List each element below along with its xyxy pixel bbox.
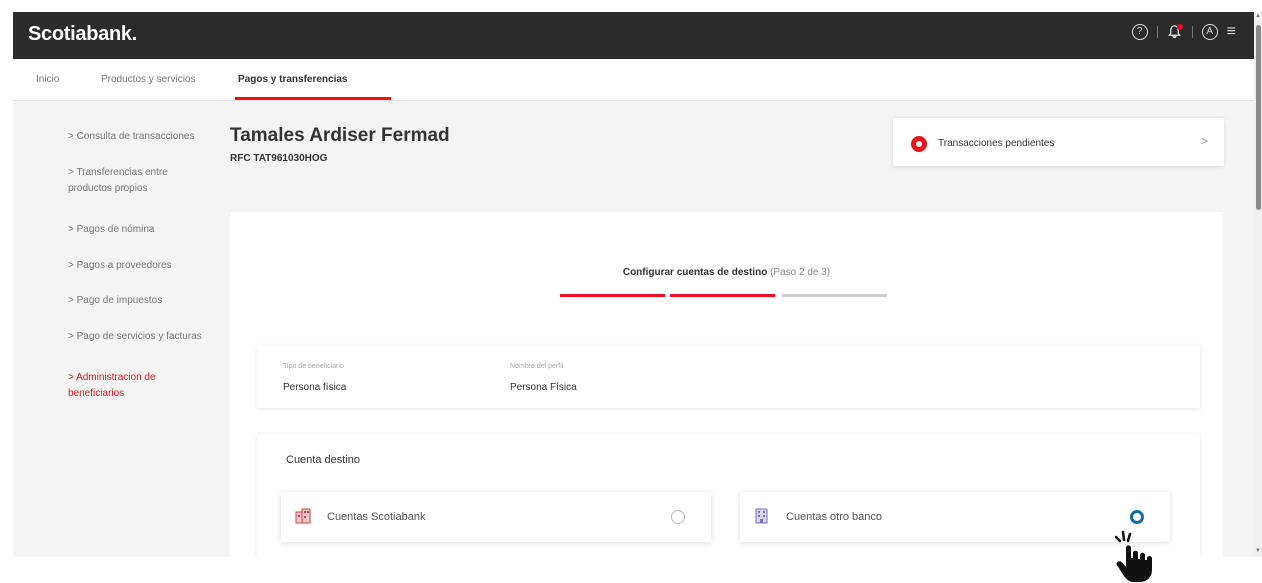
rfc-label: RFC TAT961030HOG: [230, 153, 328, 164]
pending-transactions-label: Transacciones pendientes: [938, 138, 1055, 149]
step-progress-2: [670, 294, 775, 297]
profile-name-label: Nombre del perfil: [510, 363, 564, 370]
sidebar-item-proveedores[interactable]: > Pagos a proveedores: [68, 258, 228, 274]
brand-logo[interactable]: Scotiabank.: [28, 23, 137, 46]
sidebar-item-servicios[interactable]: > Pago de servicios y facturas: [68, 329, 228, 345]
sidebar-item-impuestos[interactable]: > Pago de impuestos: [68, 293, 228, 309]
step-title: Configurar cuentas de destino (Paso 2 de…: [230, 267, 1223, 278]
notification-bell-icon[interactable]: [1167, 24, 1183, 40]
step-progress-3: [782, 294, 887, 297]
profile-icon-glyph: A: [1206, 26, 1213, 37]
help-icon[interactable]: ?: [1131, 24, 1148, 40]
option-cuentas-scotiabank[interactable]: Cuentas Scotiabank: [281, 492, 711, 542]
nav-item-productos[interactable]: Productos y servicios: [101, 74, 195, 85]
help-icon-glyph: ?: [1136, 26, 1143, 37]
destination-account-section: Cuenta destino Cuentas Scotiabank Cuenta…: [257, 434, 1200, 557]
nav-item-pagos[interactable]: Pagos y transferencias: [238, 74, 348, 85]
hand-cursor-icon: [1114, 530, 1152, 582]
bank-icon: [754, 508, 770, 524]
top-bar: Scotiabank. ? A ≡: [13, 12, 1254, 59]
step-progress-1: [560, 294, 665, 297]
sidebar-item-nomina[interactable]: > Pagos de nómina: [68, 222, 228, 238]
divider: [1156, 26, 1158, 38]
active-tab-indicator: [235, 97, 391, 100]
wizard-card: Configurar cuentas de destino (Paso 2 de…: [230, 212, 1223, 557]
main-nav: Inicio Productos y servicios Pagos y tra…: [13, 59, 1254, 101]
sidebar-item-transferencias[interactable]: > Transferencias entre productos propios: [68, 165, 193, 197]
profile-icon[interactable]: A: [1201, 24, 1218, 40]
page-title: Tamales Ardiser Fermad: [230, 125, 450, 146]
beneficiary-type-label: Tipo de beneficiario: [283, 363, 344, 370]
destination-title: Cuenta destino: [286, 454, 360, 466]
beneficiary-type-value: Persona física: [283, 382, 347, 393]
building-icon: [295, 508, 311, 524]
scroll-up-arrow-icon[interactable]: ▲: [1255, 13, 1261, 19]
pending-alert-icon: [911, 136, 927, 152]
sidebar-item-consulta[interactable]: > Consulta de transacciones: [68, 129, 228, 145]
divider: [1191, 26, 1193, 38]
chevron-right-icon: >: [1200, 134, 1208, 148]
pending-transactions-card[interactable]: Transacciones pendientes >: [893, 118, 1224, 166]
notification-badge: [1176, 24, 1183, 30]
top-actions: ? A ≡: [1131, 24, 1236, 40]
radio-otro-banco[interactable]: [1130, 510, 1144, 524]
menu-icon[interactable]: ≡: [1227, 24, 1236, 40]
sidebar-item-beneficiarios[interactable]: > Administracion de beneficiarios: [68, 370, 193, 402]
profile-name-value: Persona Física: [510, 382, 577, 393]
scroll-down-arrow-icon[interactable]: ▼: [1255, 548, 1261, 554]
option-cuentas-otro-banco[interactable]: Cuentas otro banco: [740, 492, 1170, 542]
beneficiary-info-box: Tipo de beneficiario Persona física Nomb…: [257, 345, 1200, 408]
scrollbar-thumb[interactable]: [1256, 25, 1261, 210]
option-label: Cuentas Scotiabank: [327, 511, 426, 523]
app-window: Scotiabank. ? A ≡ Inicio Productos y ser…: [13, 12, 1254, 557]
option-label: Cuentas otro banco: [786, 511, 883, 523]
radio-scotiabank[interactable]: [671, 510, 685, 524]
nav-item-inicio[interactable]: Inicio: [36, 74, 59, 85]
step-count: (Paso 2 de 3): [770, 267, 831, 278]
step-title-text: Configurar cuentas de destino: [622, 267, 768, 278]
